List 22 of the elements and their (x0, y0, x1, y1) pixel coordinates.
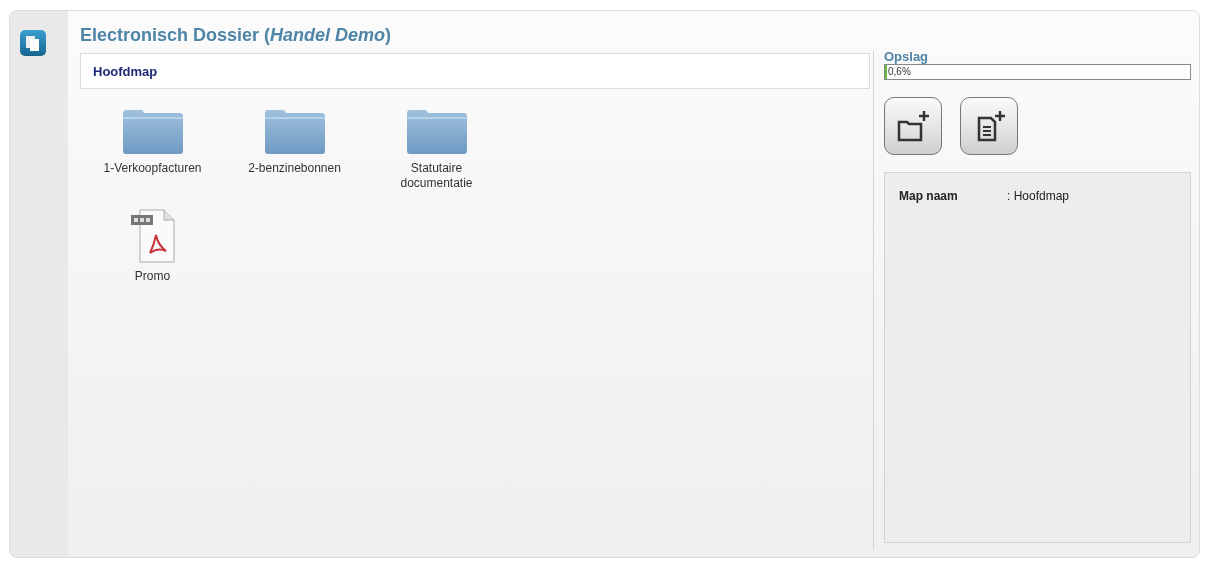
pdf-file-icon (129, 209, 176, 263)
item-label: Statutaire documentatie (399, 161, 474, 191)
item-label: 1-Verkoopfacturen (102, 161, 203, 176)
storage-reading: 0,6% (888, 65, 911, 79)
folder-icon (404, 107, 469, 155)
page-title: Electronisch Dossier (Handel Demo) (80, 25, 393, 47)
new-document-button[interactable] (960, 97, 1018, 155)
item-label: Promo (133, 269, 172, 284)
folder-item[interactable]: 1-Verkoopfacturen (84, 107, 221, 191)
new-folder-button[interactable] (884, 97, 942, 155)
breadcrumb-text[interactable]: Hoofdmap (93, 63, 158, 79)
folder-icon (120, 107, 185, 155)
folder-icon (262, 107, 327, 155)
folder-item[interactable]: 2-benzinebonnen (226, 107, 363, 191)
detail-label: Map naam (899, 189, 959, 203)
file-item[interactable]: Promo (84, 209, 221, 284)
documents-icon (20, 30, 46, 56)
folder-item[interactable]: Statutaire documentatie (368, 107, 505, 191)
storage-label: Opslag (884, 49, 930, 64)
item-label: 2-benzinebonnen (247, 161, 342, 176)
detail-value: : Hoofdmap (1007, 189, 1070, 203)
folder-plus-icon (895, 108, 931, 144)
